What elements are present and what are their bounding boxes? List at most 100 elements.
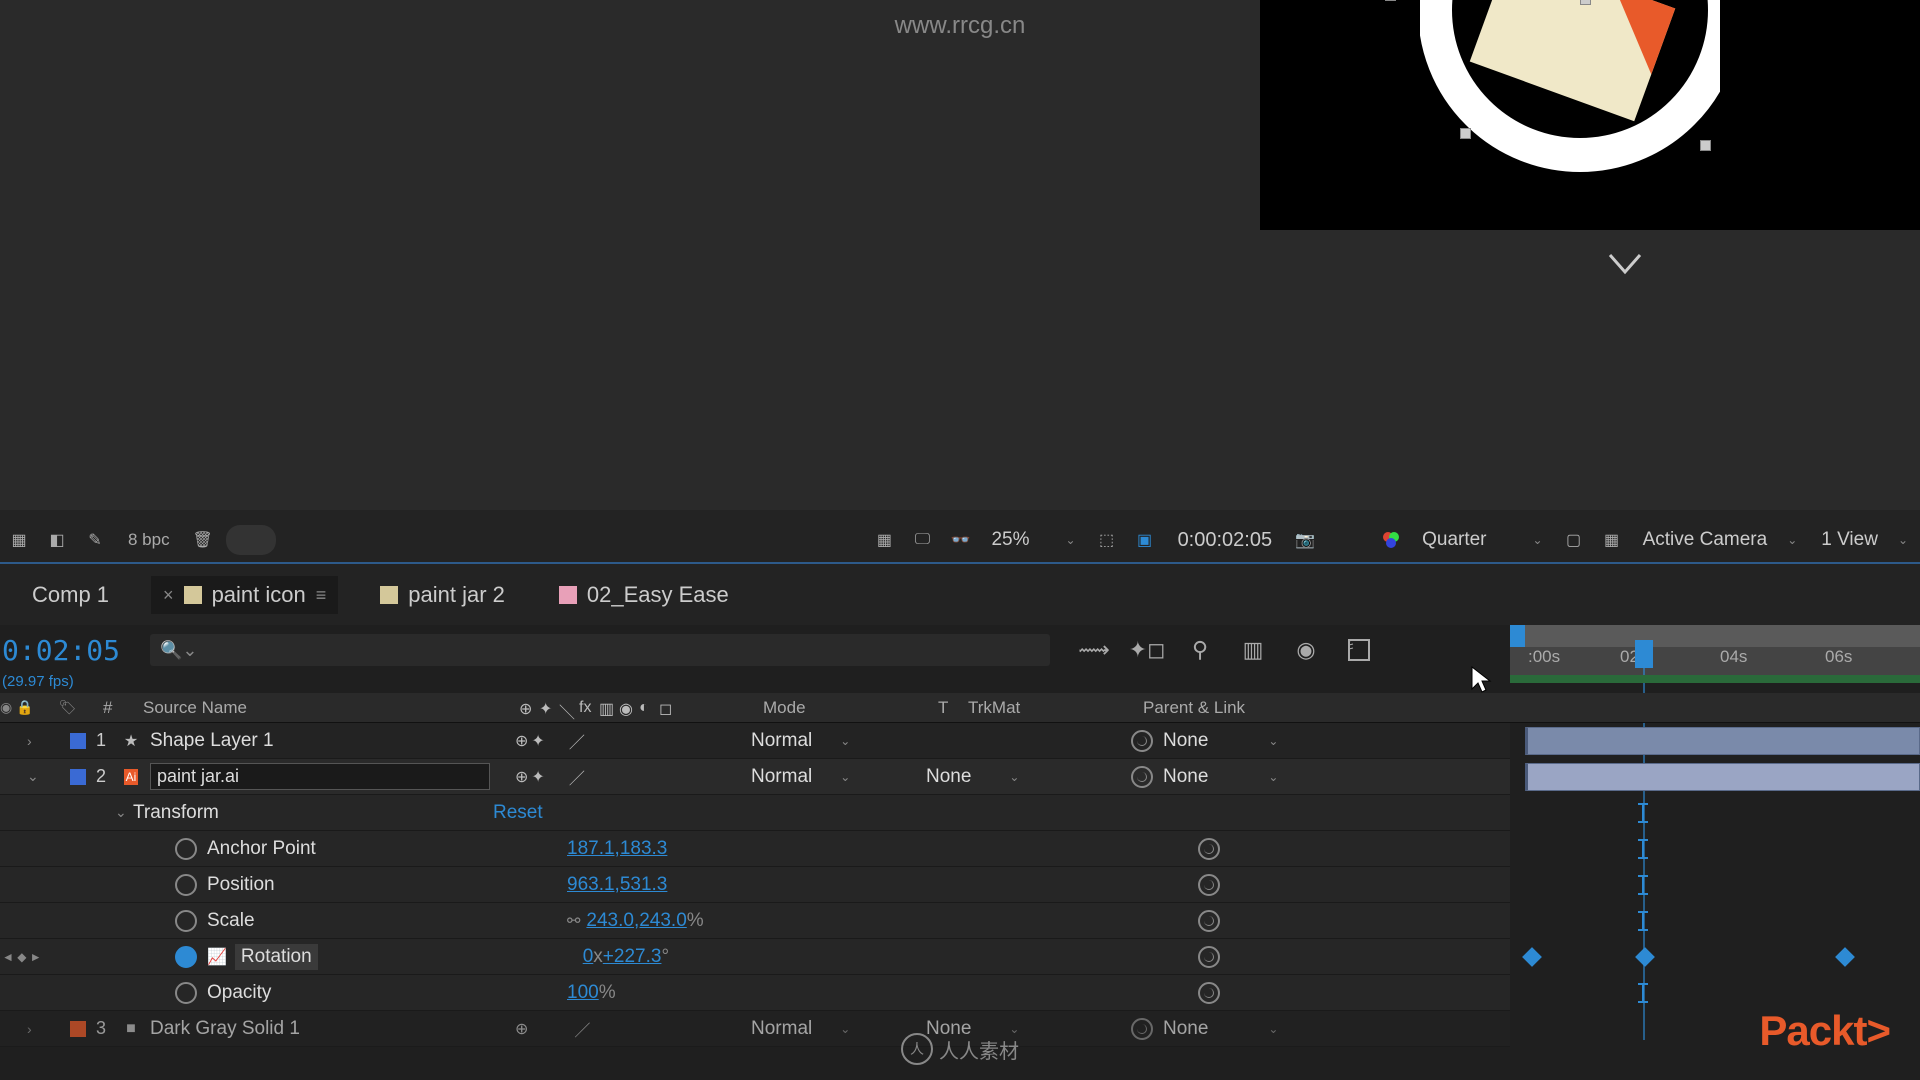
keyframe-nav[interactable]: ◄ ◆ ► (2, 950, 42, 964)
close-icon[interactable]: × (163, 585, 174, 606)
blend-mode-dropdown[interactable]: Normal⌄ (751, 1018, 926, 1040)
col-t[interactable]: T (930, 698, 960, 718)
trash-icon[interactable]: 🗑 (188, 525, 218, 555)
motion-blur-icon[interactable]: ◉ (1292, 636, 1320, 664)
switch-icon[interactable]: ✦ (531, 731, 544, 751)
property-value[interactable]: 243.0,243.0 (586, 910, 686, 932)
bbox-handle[interactable] (1460, 128, 1471, 139)
timeline-timecode[interactable]: 0:02:05 (0, 634, 120, 667)
mask-icon[interactable]: 👓 (945, 525, 975, 555)
channel-icon[interactable] (1376, 525, 1406, 555)
parent-dropdown[interactable]: None (1163, 766, 1208, 788)
property-row[interactable]: ◄ ◆ ► 📈 Rotation 0 x +227.3 ° (0, 939, 1510, 975)
shy-icon[interactable]: ⟿ (1080, 636, 1108, 664)
brush-icon[interactable]: ✎ (80, 525, 110, 555)
bbox-handle[interactable] (1385, 0, 1396, 1)
pickwhip-icon[interactable] (1198, 910, 1220, 932)
switch-icon[interactable]: ✦ (539, 699, 557, 717)
work-area-bar[interactable] (1510, 675, 1920, 683)
camera-dropdown[interactable]: Active Camera ⌄ (1635, 529, 1806, 551)
property-row[interactable]: Anchor Point 187.1,183.3 (0, 831, 1510, 867)
roi-icon[interactable]: ▢ (1559, 525, 1589, 555)
monitor-icon[interactable]: 🖵 (907, 525, 937, 555)
switch-icon[interactable]: ◉ (619, 699, 637, 717)
col-number[interactable]: # (95, 698, 135, 718)
col-parent[interactable]: Parent & Link (1135, 698, 1355, 718)
pickwhip-icon[interactable] (1198, 982, 1220, 1004)
switch-icon[interactable]: ／ (569, 765, 585, 789)
layer-name[interactable]: Dark Gray Solid 1 (146, 1018, 511, 1040)
anchor-handle[interactable] (1580, 0, 1591, 5)
switch-icon[interactable]: ／ (574, 1017, 590, 1041)
3d-icon[interactable]: ✦◻ (1133, 636, 1161, 664)
keyframe[interactable] (1522, 947, 1542, 967)
graph-icon[interactable]: 📈 (207, 947, 227, 967)
timeline-search-input[interactable]: 🔍⌄ (150, 634, 1050, 666)
switch-icon[interactable]: ⊕ (515, 767, 528, 787)
zoom-dropdown[interactable]: 25% ⌄ (983, 529, 1083, 551)
keyframe[interactable] (1635, 947, 1655, 967)
transform-group[interactable]: ⌄ Transform Reset (0, 795, 1510, 831)
aspect-icon[interactable]: ⬚ (1092, 525, 1122, 555)
toggle-switch[interactable] (226, 525, 276, 555)
playhead[interactable] (1635, 640, 1653, 668)
link-icon[interactable]: ⚯ (567, 911, 580, 931)
twirl-icon[interactable]: ⌄ (115, 804, 133, 821)
switch-icon[interactable]: ⊕ (515, 1019, 528, 1039)
bbox-handle[interactable] (1700, 140, 1711, 151)
color-icon[interactable]: ◧ (42, 525, 72, 555)
twirl-icon[interactable]: › (27, 1021, 43, 1037)
reset-link[interactable]: Reset (493, 802, 543, 824)
layer-color[interactable] (70, 1021, 86, 1037)
pickwhip-icon[interactable] (1198, 874, 1220, 896)
col-source-name[interactable]: Source Name (135, 698, 515, 718)
trkmat-dropdown[interactable]: None⌄ (926, 766, 1131, 788)
layer-name[interactable]: Shape Layer 1 (146, 730, 511, 752)
pickwhip-icon[interactable] (1198, 946, 1220, 968)
flowchart-icon[interactable]: ▦ (4, 525, 34, 555)
layer-bars-area[interactable] (1510, 723, 1920, 1011)
transparency-icon[interactable]: ▣ (1130, 525, 1160, 555)
composition-viewer[interactable] (1260, 0, 1920, 230)
current-timecode[interactable]: 0:00:02:05 (1168, 529, 1283, 552)
switch-icon[interactable]: fx (579, 699, 597, 717)
col-mode[interactable]: Mode (755, 698, 930, 718)
switch-icon[interactable]: ⊕ (515, 731, 528, 751)
work-area-start[interactable] (1510, 625, 1525, 647)
twirl-icon[interactable]: ⌄ (27, 768, 43, 785)
layer-color[interactable] (70, 733, 86, 749)
twirl-icon[interactable]: › (27, 733, 43, 749)
lock-icon[interactable]: 🔒 (16, 699, 33, 715)
pickwhip-icon[interactable] (1131, 1018, 1153, 1040)
layer-row[interactable]: ⌄ 2 Ai ⊕ ✦ ／ Normal⌄ None⌄ None ⌄ (0, 759, 1510, 795)
layer-color[interactable] (70, 769, 86, 785)
pickwhip-icon[interactable] (1198, 838, 1220, 860)
layer-row[interactable]: › 3 ■ Dark Gray Solid 1 ⊕ ／ Normal⌄ None… (0, 1011, 1510, 1047)
view-dropdown[interactable]: 1 View ⌄ (1813, 529, 1916, 551)
layer-name-input[interactable] (150, 763, 490, 790)
blend-mode-dropdown[interactable]: Normal⌄ (751, 766, 926, 788)
switch-icon[interactable]: ◻ (659, 699, 677, 717)
time-ruler[interactable]: :00s 02 04s 06s (1510, 625, 1920, 675)
stopwatch-icon[interactable] (175, 946, 197, 968)
pickwhip-icon[interactable] (1131, 766, 1153, 788)
keyframe[interactable] (1835, 947, 1855, 967)
layer-bar[interactable] (1525, 763, 1920, 791)
tab-comp1[interactable]: Comp 1 (20, 576, 121, 614)
panel-divider[interactable] (0, 562, 1920, 564)
tab-easy-ease[interactable]: 02_Easy Ease (547, 576, 741, 614)
stopwatch-icon[interactable] (175, 982, 197, 1004)
property-value[interactable]: 963.1,531.3 (567, 874, 667, 896)
frame-blend-icon[interactable]: ▥ (1239, 636, 1267, 664)
stopwatch-icon[interactable] (175, 838, 197, 860)
grid-icon[interactable]: ▦ (869, 525, 899, 555)
switch-icon[interactable]: ◐ (639, 699, 657, 717)
property-value[interactable]: 187.1,183.3 (567, 838, 667, 860)
tab-paint-icon[interactable]: × paint icon ≡ (151, 576, 338, 614)
graph-editor-icon[interactable] (1345, 636, 1373, 664)
property-row[interactable]: Scale ⚯ 243.0,243.0 % (0, 903, 1510, 939)
draft3d-icon[interactable]: ⚲ (1186, 636, 1214, 664)
bpc-button[interactable]: 8 bpc (118, 527, 180, 553)
tab-menu-icon[interactable]: ≡ (316, 585, 327, 606)
switch-icon[interactable]: ✦ (531, 767, 544, 787)
